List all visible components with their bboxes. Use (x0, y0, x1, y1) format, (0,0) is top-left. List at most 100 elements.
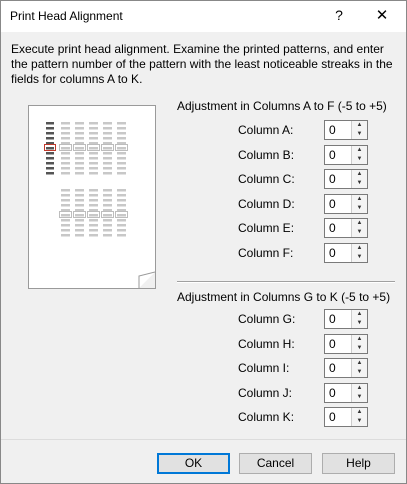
column-value-input[interactable] (325, 243, 352, 262)
spin-up-icon[interactable]: ▲ (352, 121, 367, 130)
column-spinbox[interactable]: ▲▼ (324, 144, 368, 165)
column-spinbox[interactable]: ▲▼ (324, 218, 368, 238)
spin-up-icon[interactable]: ▲ (352, 219, 367, 228)
column-spinbox[interactable]: ▲▼ (324, 333, 368, 354)
pattern-light-bar (103, 204, 112, 207)
pattern-light-bar (61, 147, 70, 150)
pattern-light-bar (117, 172, 126, 175)
pattern-light-bar (89, 204, 98, 207)
pattern-light-bar (89, 162, 98, 165)
column-label: Column D: (238, 196, 295, 211)
column-spinbox[interactable]: ▲▼ (324, 120, 368, 140)
spin-up-icon[interactable]: ▲ (352, 310, 367, 319)
pattern-light-bar (89, 219, 98, 222)
spin-down-icon[interactable]: ▼ (352, 130, 367, 139)
spin-up-icon[interactable]: ▲ (352, 335, 367, 344)
group-separator (177, 281, 395, 283)
column-label: Column A: (238, 123, 294, 137)
pattern-light-bar (61, 194, 70, 197)
pattern-dark-bar (46, 152, 54, 155)
group-gk-title: Adjustment in Columns G to K (-5 to +5) (177, 290, 391, 304)
column-label: Column G: (238, 312, 296, 326)
column-value-input[interactable] (325, 170, 352, 188)
pattern-light-bar (75, 229, 84, 232)
spin-down-icon[interactable]: ▼ (352, 228, 367, 237)
pattern-light-bar (103, 167, 112, 170)
spin-buttons: ▲ ▼ (351, 145, 367, 164)
column-value-input[interactable] (325, 194, 352, 213)
spin-down-icon[interactable]: ▼ (352, 393, 367, 402)
column-spinbox[interactable]: ▲▼ (324, 407, 368, 427)
spin-down-icon[interactable]: ▼ (352, 253, 367, 262)
spin-down-icon[interactable]: ▼ (352, 344, 367, 353)
column-label: Column J: (238, 385, 293, 400)
pattern-light-bar (103, 132, 112, 135)
column-label: Column E: (238, 221, 295, 235)
spin-buttons: ▲ ▼ (351, 170, 367, 188)
spin-up-icon[interactable]: ▲ (352, 195, 367, 204)
column-spinbox[interactable]: ▲▼ (324, 169, 368, 189)
pattern-light-bar (89, 167, 98, 170)
column-value-input[interactable] (325, 408, 352, 426)
column-value-input[interactable] (325, 145, 352, 164)
column-value-input[interactable] (325, 383, 352, 402)
spin-down-icon[interactable]: ▼ (352, 179, 367, 188)
cancel-button[interactable]: Cancel (239, 453, 312, 474)
spin-buttons: ▲ ▼ (351, 194, 367, 213)
pattern-light-bar (89, 214, 98, 217)
pattern-light-bar (61, 122, 70, 125)
pattern-dark-bar (46, 127, 54, 130)
pattern-light-bar (61, 214, 70, 217)
pattern-light-bar (103, 224, 112, 227)
column-spinbox[interactable]: ▲▼ (324, 382, 368, 403)
spin-up-icon[interactable]: ▲ (352, 170, 367, 179)
spin-buttons: ▲ ▼ (351, 310, 367, 328)
pattern-dark-bar (46, 137, 54, 140)
column-value-input[interactable] (325, 310, 352, 328)
help-button[interactable]: Help (322, 453, 395, 474)
pattern-light-bar (117, 229, 126, 232)
ok-button[interactable]: OK (157, 453, 230, 474)
pattern-light-bar (89, 194, 98, 197)
pattern-light-bar (117, 122, 126, 125)
spin-down-icon[interactable]: ▼ (352, 368, 367, 377)
column-spinbox[interactable]: ▲▼ (324, 309, 368, 329)
spin-down-icon[interactable]: ▼ (352, 417, 367, 426)
pattern-light-bar (89, 137, 98, 140)
column-spinbox[interactable]: ▲▼ (324, 358, 368, 378)
pattern-dark-bar (46, 147, 54, 150)
column-spinbox[interactable]: ▲▼ (324, 242, 368, 263)
pattern-light-bar (103, 162, 112, 165)
pattern-light-bar (89, 157, 98, 160)
title-bar: Print Head Alignment ? ✕ (1, 1, 406, 32)
spin-up-icon[interactable]: ▲ (352, 384, 367, 393)
pattern-light-bar (117, 224, 126, 227)
column-spinbox[interactable]: ▲▼ (324, 193, 368, 214)
help-icon[interactable]: ? (331, 5, 347, 25)
pattern-light-bar (61, 219, 70, 222)
spin-up-icon[interactable]: ▲ (352, 408, 367, 417)
pattern-light-bar (117, 189, 126, 192)
column-value-input[interactable] (325, 334, 352, 353)
column-value-input[interactable] (325, 219, 352, 237)
pattern-light-bar (103, 147, 112, 150)
pattern-light-bar (117, 214, 126, 217)
column-value-input[interactable] (325, 359, 352, 377)
pattern-light-bar (61, 157, 70, 160)
close-icon[interactable]: ✕ (371, 5, 393, 27)
pattern-light-bar (61, 234, 70, 237)
spin-up-icon[interactable]: ▲ (352, 244, 367, 253)
column-label: Column C: (238, 172, 295, 186)
spin-down-icon[interactable]: ▼ (352, 319, 367, 328)
spin-down-icon[interactable]: ▼ (352, 204, 367, 213)
pattern-light-bar (117, 204, 126, 207)
pattern-light-bar (75, 204, 84, 207)
spin-up-icon[interactable]: ▲ (352, 359, 367, 368)
spin-up-icon[interactable]: ▲ (352, 146, 367, 155)
pattern-light-bar (103, 127, 112, 130)
spin-down-icon[interactable]: ▼ (352, 155, 367, 164)
pattern-light-bar (117, 162, 126, 165)
pattern-light-bar (103, 137, 112, 140)
pattern-light-bar (103, 234, 112, 237)
column-value-input[interactable] (325, 121, 352, 139)
